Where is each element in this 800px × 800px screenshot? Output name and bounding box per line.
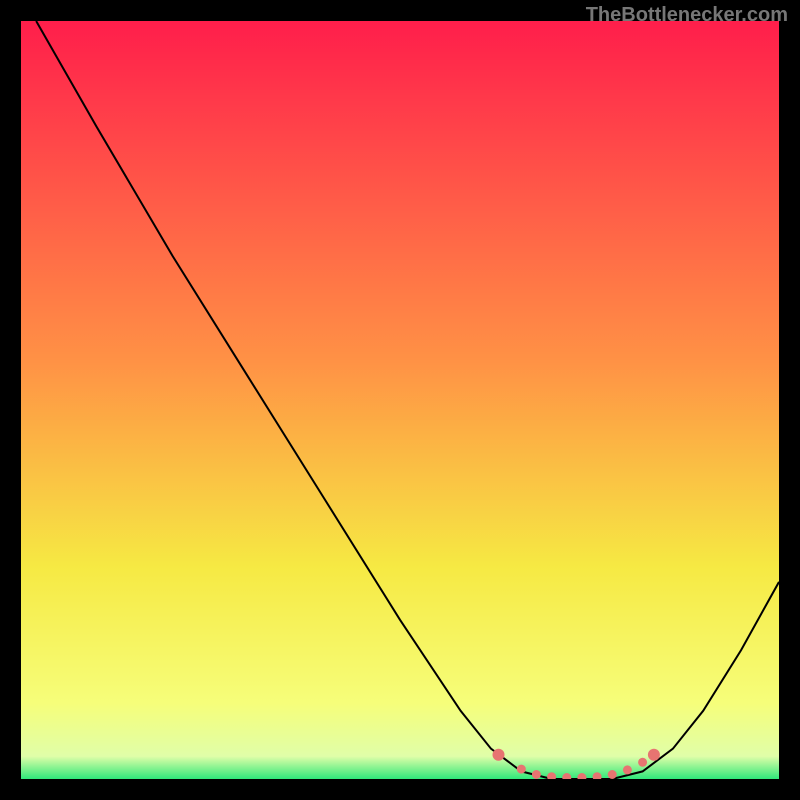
watermark-text: TheBottlenecker.com <box>586 4 788 27</box>
marker-dot <box>532 770 541 779</box>
marker-dot <box>648 749 660 761</box>
marker-dot <box>623 765 632 774</box>
marker-dot <box>493 749 505 761</box>
marker-dot <box>638 758 647 767</box>
marker-dot <box>608 770 617 779</box>
chart-background <box>21 21 779 779</box>
bottleneck-chart <box>21 21 779 779</box>
marker-dot <box>517 765 526 774</box>
chart-container <box>21 21 779 779</box>
